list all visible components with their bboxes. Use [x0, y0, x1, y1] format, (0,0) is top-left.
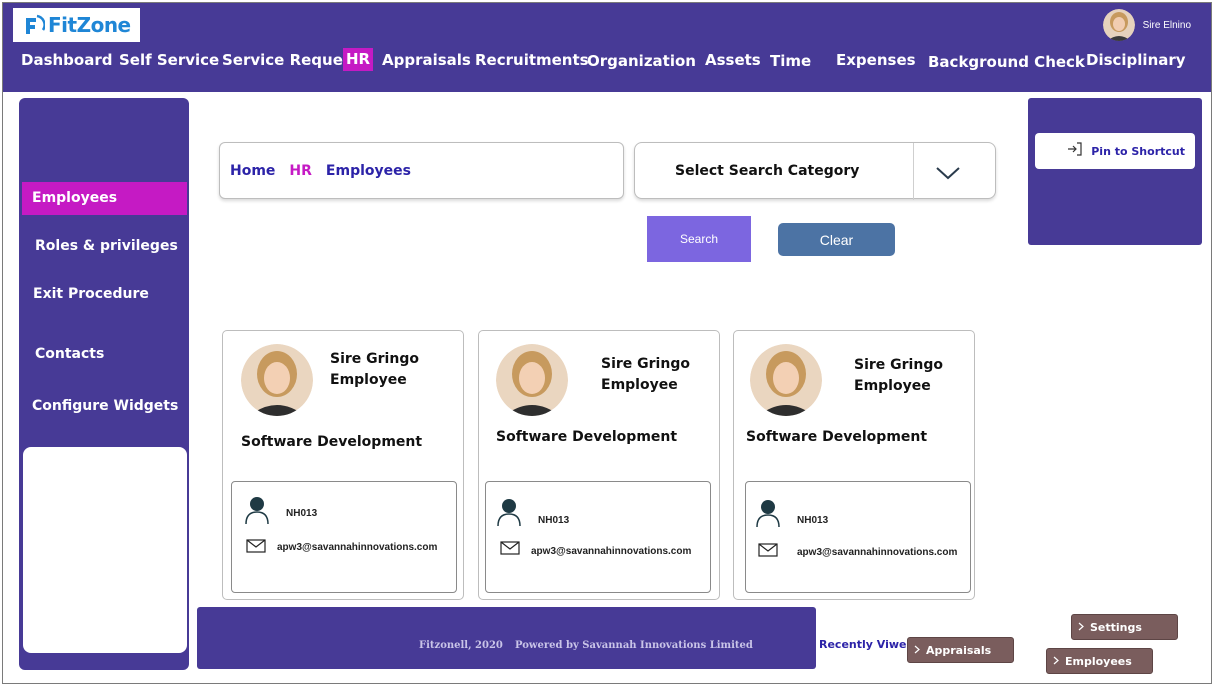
main-nav: Dashboard Self Service Service Request H…	[3, 45, 1211, 75]
recent-chip-label: Employees	[1065, 654, 1132, 668]
employee-photo	[241, 344, 313, 416]
recent-chip-label: Appraisals	[926, 643, 992, 657]
employee-name: Sire Gringo	[854, 357, 943, 373]
employee-department: Software Development	[746, 429, 928, 445]
nav-dashboard[interactable]: Dashboard	[21, 51, 112, 69]
recent-chip-settings[interactable]: Settings	[1071, 614, 1178, 640]
employee-details: NH013 apw3@savannahinnovations.com	[485, 481, 711, 593]
user-icon	[496, 498, 522, 531]
employee-photo	[496, 344, 568, 416]
breadcrumb-home[interactable]: Home	[230, 163, 275, 179]
search-category-select[interactable]: Select Search Category	[634, 142, 996, 200]
sidebar-item-exit-procedure[interactable]: Exit Procedure	[33, 286, 149, 302]
employee-details: NH013 apw3@savannahinnovations.com	[745, 481, 971, 593]
breadcrumb-employees[interactable]: Employees	[326, 163, 411, 179]
mail-icon	[500, 541, 520, 560]
employee-department: Software Development	[496, 429, 678, 445]
employee-role: Employee	[601, 377, 678, 393]
user-icon	[244, 496, 270, 529]
fitzone-logo-icon	[23, 14, 46, 36]
chevron-right-icon	[1078, 621, 1084, 634]
employee-card[interactable]: Sire Gringo Employee Software Developmen…	[478, 330, 720, 600]
user-name: Sire Elnino	[1142, 19, 1191, 31]
employee-code: NH013	[797, 515, 829, 526]
nav-disciplinary[interactable]: Disciplinary	[1086, 51, 1186, 69]
footer-powered-by: Powered by Savannah Innovations Limited	[515, 640, 753, 651]
chevron-down-icon[interactable]	[935, 165, 961, 186]
divider	[913, 143, 914, 200]
sidebar: Employees Roles & privileges Exit Proced…	[19, 98, 189, 670]
employee-photo	[750, 344, 822, 416]
search-button[interactable]: Search	[647, 216, 751, 262]
nav-self-service[interactable]: Self Service	[119, 51, 219, 69]
employee-name: Sire Gringo	[330, 351, 419, 367]
sidebar-item-roles[interactable]: Roles & privileges	[35, 238, 178, 254]
logo-text: FitZone	[48, 13, 131, 37]
user-icon	[755, 499, 781, 532]
nav-assets[interactable]: Assets	[705, 51, 761, 69]
sidebar-item-configure-widgets[interactable]: Configure Widgets	[32, 398, 178, 414]
employee-email[interactable]: apw3@savannahinnovations.com	[531, 546, 691, 557]
employee-name: Sire Gringo	[601, 356, 690, 372]
employee-role: Employee	[854, 378, 931, 394]
chevron-right-icon	[1053, 655, 1059, 668]
employee-email[interactable]: apw3@savannahinnovations.com	[797, 547, 957, 558]
user-menu[interactable]: Sire Elnino	[1102, 9, 1191, 41]
nav-appraisals[interactable]: Appraisals	[382, 51, 471, 69]
recent-chip-label: Settings	[1090, 620, 1142, 634]
nav-hr[interactable]: HR	[343, 48, 374, 71]
mail-icon	[246, 539, 266, 558]
footer-copyright: Fitzonell, 2020	[419, 640, 503, 651]
top-header: FitZone Sire Elnino Dashboard Self Servi…	[3, 3, 1211, 92]
chevron-right-icon	[914, 644, 920, 657]
employee-department: Software Development	[241, 434, 423, 450]
recent-chip-appraisals[interactable]: Appraisals	[907, 637, 1014, 663]
clear-button[interactable]: Clear	[778, 223, 895, 256]
nav-organization[interactable]: Organization	[587, 52, 696, 70]
employee-card[interactable]: Sire Gringo Employee Software Developmen…	[733, 330, 975, 600]
sidebar-widget-area	[23, 447, 187, 653]
nav-background-check[interactable]: Background Check	[928, 53, 1085, 71]
logo[interactable]: FitZone	[13, 8, 140, 42]
footer: Fitzonell, 2020 Powered by Savannah Inno…	[197, 607, 816, 669]
sign-in-icon	[1067, 141, 1083, 161]
avatar[interactable]	[1102, 9, 1135, 41]
breadcrumb: Home HR Employees	[219, 142, 624, 199]
employee-card[interactable]: Sire Gringo Employee Software Developmen…	[222, 330, 464, 600]
employee-role: Employee	[330, 372, 407, 388]
employee-email[interactable]: apw3@savannahinnovations.com	[277, 542, 437, 553]
mail-icon	[758, 543, 778, 562]
sidebar-item-employees[interactable]: Employees	[22, 182, 187, 215]
pin-label: Pin to Shortcut	[1091, 144, 1185, 158]
nav-recruitments[interactable]: Recruitments	[475, 51, 589, 69]
shortcut-panel: Pin to Shortcut	[1028, 98, 1202, 245]
pin-to-shortcut-button[interactable]: Pin to Shortcut	[1035, 133, 1195, 169]
breadcrumb-hr[interactable]: HR	[289, 163, 312, 179]
recent-chip-employees[interactable]: Employees	[1046, 648, 1153, 674]
employee-code: NH013	[538, 515, 570, 526]
nav-expenses[interactable]: Expenses	[836, 51, 916, 69]
nav-time[interactable]: Time	[770, 52, 811, 70]
recently-viewed-label: Recently Viwed	[819, 638, 915, 651]
sidebar-item-contacts[interactable]: Contacts	[35, 346, 104, 362]
employee-code: NH013	[286, 508, 318, 519]
employee-details: NH013 apw3@savannahinnovations.com	[231, 481, 457, 593]
search-category-label: Select Search Category	[675, 163, 860, 179]
nav-service-request[interactable]: Service Request	[222, 51, 359, 69]
